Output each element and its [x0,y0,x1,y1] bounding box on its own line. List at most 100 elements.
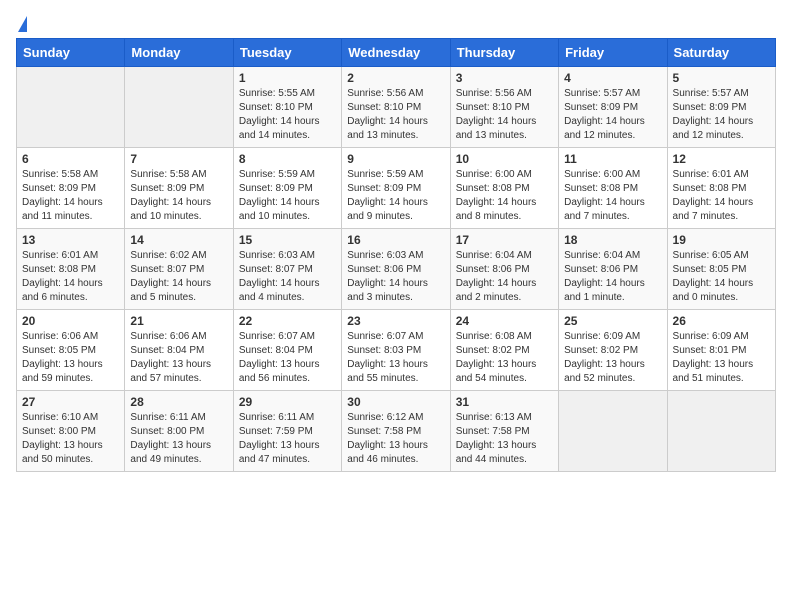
day-header-saturday: Saturday [667,39,775,67]
day-detail: Sunrise: 6:08 AMSunset: 8:02 PMDaylight:… [456,330,553,386]
calendar-cell: 26 Sunrise: 6:09 AMSunset: 8:01 PMDayligh… [667,310,775,391]
day-detail: Sunrise: 6:02 AMSunset: 8:07 PMDaylight:… [130,249,227,305]
day-number: 26 [673,314,770,328]
day-detail: Sunrise: 6:06 AMSunset: 8:05 PMDaylight:… [22,330,119,386]
day-detail: Sunrise: 6:03 AMSunset: 8:06 PMDaylight:… [347,249,444,305]
day-number: 28 [130,395,227,409]
day-number: 13 [22,233,119,247]
day-number: 21 [130,314,227,328]
day-detail: Sunrise: 6:07 AMSunset: 8:04 PMDaylight:… [239,330,336,386]
calendar-cell: 16 Sunrise: 6:03 AMSunset: 8:06 PMDayligh… [342,229,450,310]
calendar-cell: 15 Sunrise: 6:03 AMSunset: 8:07 PMDayligh… [233,229,341,310]
calendar-cell: 31 Sunrise: 6:13 AMSunset: 7:58 PMDayligh… [450,391,558,472]
day-detail: Sunrise: 5:59 AMSunset: 8:09 PMDaylight:… [239,168,336,224]
calendar-cell: 22 Sunrise: 6:07 AMSunset: 8:04 PMDayligh… [233,310,341,391]
logo-icon [18,16,27,32]
day-detail: Sunrise: 6:09 AMSunset: 8:01 PMDaylight:… [673,330,770,386]
calendar-cell: 7 Sunrise: 5:58 AMSunset: 8:09 PMDaylight… [125,148,233,229]
calendar-cell: 3 Sunrise: 5:56 AMSunset: 8:10 PMDaylight… [450,67,558,148]
calendar-cell: 11Sunrise: 6:00 AMSunset: 8:08 PMDayligh… [559,148,667,229]
day-number: 9 [347,152,444,166]
week-row-5: 27 Sunrise: 6:10 AMSunset: 8:00 PMDayligh… [17,391,776,472]
day-number: 2 [347,71,444,85]
day-number: 18 [564,233,661,247]
day-number: 20 [22,314,119,328]
calendar-cell [667,391,775,472]
day-detail: Sunrise: 6:05 AMSunset: 8:05 PMDaylight:… [673,249,770,305]
day-number: 23 [347,314,444,328]
week-row-3: 13 Sunrise: 6:01 AMSunset: 8:08 PMDayligh… [17,229,776,310]
day-number: 12 [673,152,770,166]
day-detail: Sunrise: 5:59 AMSunset: 8:09 PMDaylight:… [347,168,444,224]
day-number: 30 [347,395,444,409]
day-detail: Sunrise: 6:06 AMSunset: 8:04 PMDaylight:… [130,330,227,386]
week-row-1: 1Sunrise: 5:55 AMSunset: 8:10 PMDaylight… [17,67,776,148]
day-detail: Sunrise: 6:03 AMSunset: 8:07 PMDaylight:… [239,249,336,305]
day-number: 24 [456,314,553,328]
day-number: 17 [456,233,553,247]
calendar-cell: 27 Sunrise: 6:10 AMSunset: 8:00 PMDayligh… [17,391,125,472]
calendar-cell: 25 Sunrise: 6:09 AMSunset: 8:02 PMDayligh… [559,310,667,391]
day-number: 3 [456,71,553,85]
day-detail: Sunrise: 5:58 AMSunset: 8:09 PMDaylight:… [22,168,119,224]
calendar-cell: 14Sunrise: 6:02 AMSunset: 8:07 PMDayligh… [125,229,233,310]
calendar-cell [17,67,125,148]
day-header-sunday: Sunday [17,39,125,67]
day-header-thursday: Thursday [450,39,558,67]
day-detail: Sunrise: 6:04 AMSunset: 8:06 PMDaylight:… [456,249,553,305]
day-number: 29 [239,395,336,409]
calendar-cell [125,67,233,148]
logo [16,16,27,28]
week-row-2: 6 Sunrise: 5:58 AMSunset: 8:09 PMDaylight… [17,148,776,229]
day-number: 31 [456,395,553,409]
calendar-cell: 10 Sunrise: 6:00 AMSunset: 8:08 PMDayligh… [450,148,558,229]
day-number: 10 [456,152,553,166]
calendar-cell: 5Sunrise: 5:57 AMSunset: 8:09 PMDaylight… [667,67,775,148]
day-header-monday: Monday [125,39,233,67]
calendar-cell: 17 Sunrise: 6:04 AMSunset: 8:06 PMDayligh… [450,229,558,310]
calendar-cell: 2Sunrise: 5:56 AMSunset: 8:10 PMDaylight… [342,67,450,148]
calendar-cell [559,391,667,472]
day-detail: Sunrise: 6:07 AMSunset: 8:03 PMDaylight:… [347,330,444,386]
day-detail: Sunrise: 6:13 AMSunset: 7:58 PMDaylight:… [456,411,553,467]
calendar-cell: 12Sunrise: 6:01 AMSunset: 8:08 PMDayligh… [667,148,775,229]
day-number: 4 [564,71,661,85]
calendar-cell: 13 Sunrise: 6:01 AMSunset: 8:08 PMDayligh… [17,229,125,310]
day-number: 16 [347,233,444,247]
day-header-wednesday: Wednesday [342,39,450,67]
day-detail: Sunrise: 6:09 AMSunset: 8:02 PMDaylight:… [564,330,661,386]
day-number: 27 [22,395,119,409]
calendar-cell: 29Sunrise: 6:11 AMSunset: 7:59 PMDayligh… [233,391,341,472]
calendar-cell: 4 Sunrise: 5:57 AMSunset: 8:09 PMDaylight… [559,67,667,148]
day-number: 8 [239,152,336,166]
days-header-row: SundayMondayTuesdayWednesdayThursdayFrid… [17,39,776,67]
day-number: 11 [564,152,661,166]
day-detail: Sunrise: 6:01 AMSunset: 8:08 PMDaylight:… [22,249,119,305]
day-detail: Sunrise: 6:11 AMSunset: 8:00 PMDaylight:… [130,411,227,467]
day-detail: Sunrise: 5:55 AMSunset: 8:10 PMDaylight:… [239,87,336,143]
day-detail: Sunrise: 5:56 AMSunset: 8:10 PMDaylight:… [456,87,553,143]
day-number: 22 [239,314,336,328]
day-number: 25 [564,314,661,328]
page-header [16,16,776,28]
calendar-table: SundayMondayTuesdayWednesdayThursdayFrid… [16,38,776,472]
day-header-friday: Friday [559,39,667,67]
day-detail: Sunrise: 6:00 AMSunset: 8:08 PMDaylight:… [456,168,553,224]
day-detail: Sunrise: 6:12 AMSunset: 7:58 PMDaylight:… [347,411,444,467]
day-detail: Sunrise: 5:57 AMSunset: 8:09 PMDaylight:… [673,87,770,143]
calendar-cell: 24 Sunrise: 6:08 AMSunset: 8:02 PMDayligh… [450,310,558,391]
calendar-cell: 18 Sunrise: 6:04 AMSunset: 8:06 PMDayligh… [559,229,667,310]
day-number: 6 [22,152,119,166]
calendar-cell: 1Sunrise: 5:55 AMSunset: 8:10 PMDaylight… [233,67,341,148]
day-detail: Sunrise: 5:57 AMSunset: 8:09 PMDaylight:… [564,87,661,143]
calendar-cell: 23 Sunrise: 6:07 AMSunset: 8:03 PMDayligh… [342,310,450,391]
day-number: 7 [130,152,227,166]
calendar-cell: 6 Sunrise: 5:58 AMSunset: 8:09 PMDaylight… [17,148,125,229]
day-detail: Sunrise: 6:10 AMSunset: 8:00 PMDaylight:… [22,411,119,467]
calendar-cell: 8 Sunrise: 5:59 AMSunset: 8:09 PMDaylight… [233,148,341,229]
day-header-tuesday: Tuesday [233,39,341,67]
day-detail: Sunrise: 5:58 AMSunset: 8:09 PMDaylight:… [130,168,227,224]
day-detail: Sunrise: 6:04 AMSunset: 8:06 PMDaylight:… [564,249,661,305]
day-number: 15 [239,233,336,247]
calendar-cell: 30 Sunrise: 6:12 AMSunset: 7:58 PMDayligh… [342,391,450,472]
